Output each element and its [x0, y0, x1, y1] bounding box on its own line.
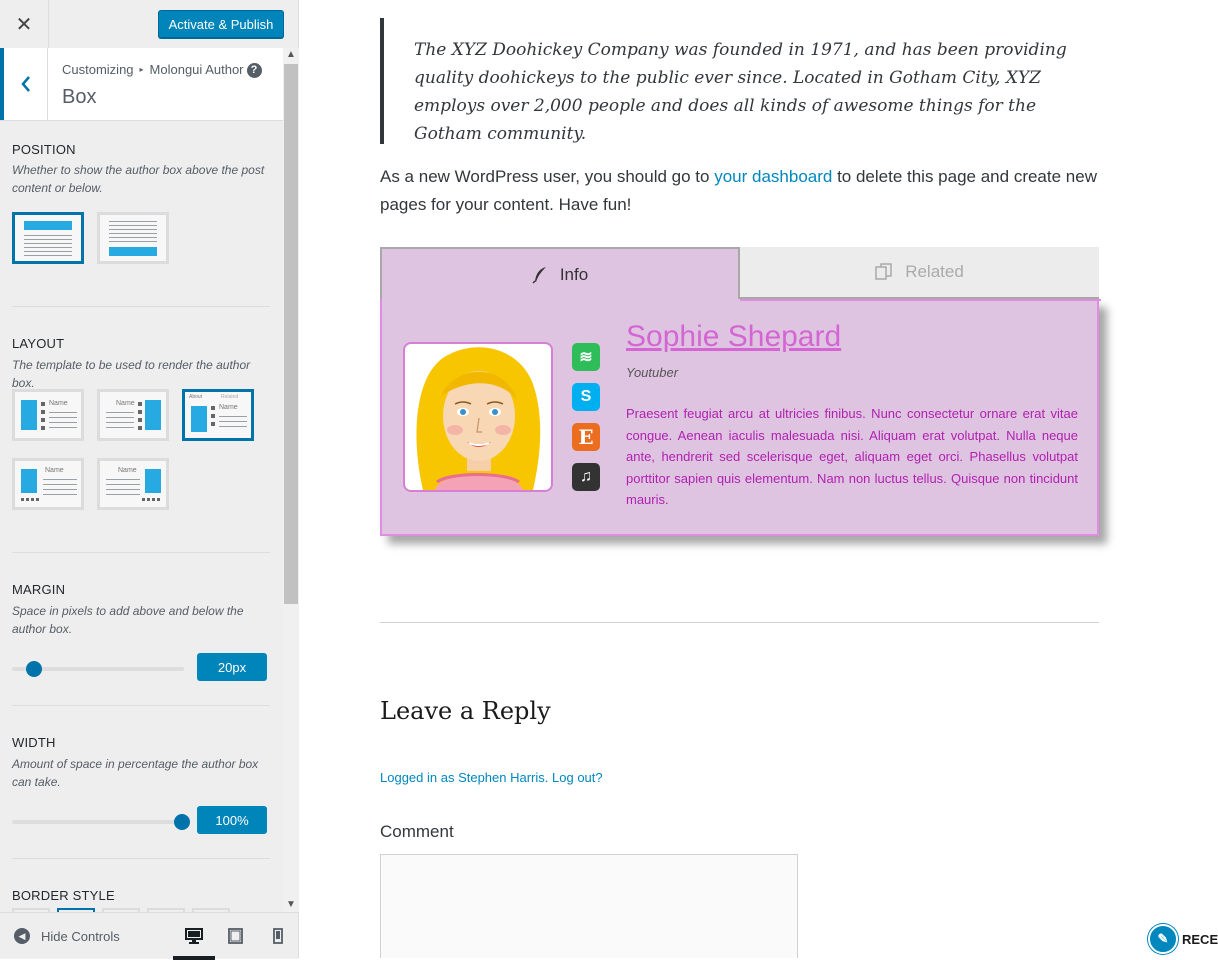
border-style-label: BORDER STYLE — [12, 888, 115, 903]
intro-paragraph: As a new WordPress user, you should go t… — [380, 163, 1100, 219]
section-header: Customizing ▸ Molongui Author? Box — [0, 48, 283, 121]
margin-slider-handle[interactable] — [26, 661, 43, 677]
sidebar-footer: ◀ Hide Controls — [0, 912, 298, 960]
quill-icon — [532, 267, 546, 284]
logged-in-line: Logged in as Stephen Harris. Log out? — [380, 770, 603, 785]
tab-info-label: Info — [559, 265, 589, 284]
comment-textarea[interactable] — [380, 854, 798, 958]
margin-slider[interactable] — [12, 661, 184, 677]
author-job: Youtuber — [626, 365, 679, 380]
position-option-below[interactable] — [97, 212, 169, 264]
logged-in-link[interactable]: Logged in as Stephen Harris. — [380, 770, 548, 785]
desktop-icon[interactable] — [173, 927, 215, 960]
margin-label: MARGIN — [12, 582, 66, 597]
blockquote: The XYZ Doohickey Company was founded in… — [380, 18, 1100, 144]
back-button[interactable] — [0, 48, 48, 120]
layout-option-2[interactable]: Name — [97, 389, 169, 441]
width-slider[interactable] — [12, 814, 190, 830]
author-bio: Praesent feugiat arcu at ultricies finib… — [626, 406, 1078, 508]
logout-link[interactable]: Log out? — [552, 770, 603, 785]
scroll-up-icon[interactable]: ▲ — [283, 48, 299, 62]
help-icon[interactable]: ? — [246, 63, 262, 78]
sidebar-header: ✕ Activate & Publish — [0, 0, 298, 49]
recent-widget-button[interactable]: ✎ RECEN — [1148, 924, 1218, 954]
panel-title: Box — [62, 86, 97, 108]
width-label: WIDTH — [12, 735, 56, 750]
collapse-icon: ◀ — [14, 928, 30, 944]
tab-related[interactable]: Related — [740, 247, 1099, 299]
position-description: Whether to show the author box above the… — [12, 163, 265, 195]
divider — [12, 306, 270, 307]
reply-title: Leave a Reply — [380, 697, 551, 725]
etsy-icon[interactable]: E — [572, 423, 600, 451]
divider — [380, 622, 1099, 623]
layout-label: LAYOUT — [12, 336, 65, 351]
breadcrumb-arrow-icon: ▸ — [139, 65, 144, 74]
comment-label: Comment — [380, 822, 454, 841]
author-avatar — [403, 342, 553, 492]
tablet-icon[interactable] — [227, 927, 245, 945]
copy-icon — [875, 263, 892, 280]
scrollbar-thumb[interactable] — [284, 64, 298, 604]
dashboard-link[interactable]: your dashboard — [714, 167, 832, 186]
skype-icon[interactable]: S — [572, 383, 600, 411]
close-icon: ✕ — [15, 13, 33, 36]
position-option-above[interactable] — [12, 212, 84, 264]
position-label: POSITION — [12, 142, 76, 157]
site-preview: The XYZ Doohickey Company was founded in… — [300, 0, 1218, 958]
width-slider-handle[interactable] — [174, 814, 190, 830]
margin-value-button[interactable]: 20px — [197, 653, 267, 681]
layout-description: The template to be used to render the au… — [12, 358, 251, 390]
breadcrumb-root: Customizing — [62, 62, 134, 77]
layout-option-5[interactable]: Name — [97, 458, 169, 510]
itunes-icon[interactable]: ♫ — [572, 463, 600, 491]
scroll-down-icon[interactable]: ▼ — [283, 898, 299, 912]
layout-option-1[interactable]: Name — [12, 389, 84, 441]
mobile-icon[interactable] — [269, 927, 287, 945]
breadcrumb-parent: Molongui Author — [149, 62, 244, 77]
tab-related-label: Related — [905, 262, 964, 281]
author-box-body: ≋ S E ♫ Sophie Shepard Youtuber Praesent… — [380, 299, 1101, 536]
paragraph-text: As a new WordPress user, you should go t… — [380, 167, 715, 186]
tab-info[interactable]: Info — [380, 247, 740, 301]
close-button[interactable]: ✕ — [0, 0, 49, 48]
recent-label: RECEN — [1182, 931, 1218, 947]
width-value-button[interactable]: 100% — [197, 806, 267, 834]
hide-controls-button[interactable]: ◀ Hide Controls — [14, 928, 120, 944]
sidebar-scrollbar[interactable]: ▲ ▼ — [283, 48, 299, 912]
hide-controls-label: Hide Controls — [41, 928, 120, 944]
spotify-icon[interactable]: ≋ — [572, 343, 600, 371]
breadcrumb: Customizing ▸ Molongui Author? — [62, 62, 262, 78]
layout-option-4[interactable]: Name — [12, 458, 84, 510]
chevron-left-icon — [20, 76, 30, 92]
margin-description: Space in pixels to add above and below t… — [12, 604, 244, 636]
divider — [12, 552, 270, 553]
width-description: Amount of space in percentage the author… — [12, 757, 259, 789]
customizer-sidebar: ✕ Activate & Publish Customizing ▸ Molongu… — [0, 0, 299, 960]
pencil-icon: ✎ — [1148, 924, 1178, 954]
layout-option-3[interactable]: About Related Name — [182, 389, 254, 441]
divider — [12, 858, 270, 859]
author-box: Info Related ≋ S E ♫ Sophie Shepard Yout… — [380, 247, 1101, 537]
author-name-link[interactable]: Sophie Shepard — [626, 320, 841, 354]
publish-button[interactable]: Activate & Publish — [158, 10, 284, 38]
divider — [12, 705, 270, 706]
